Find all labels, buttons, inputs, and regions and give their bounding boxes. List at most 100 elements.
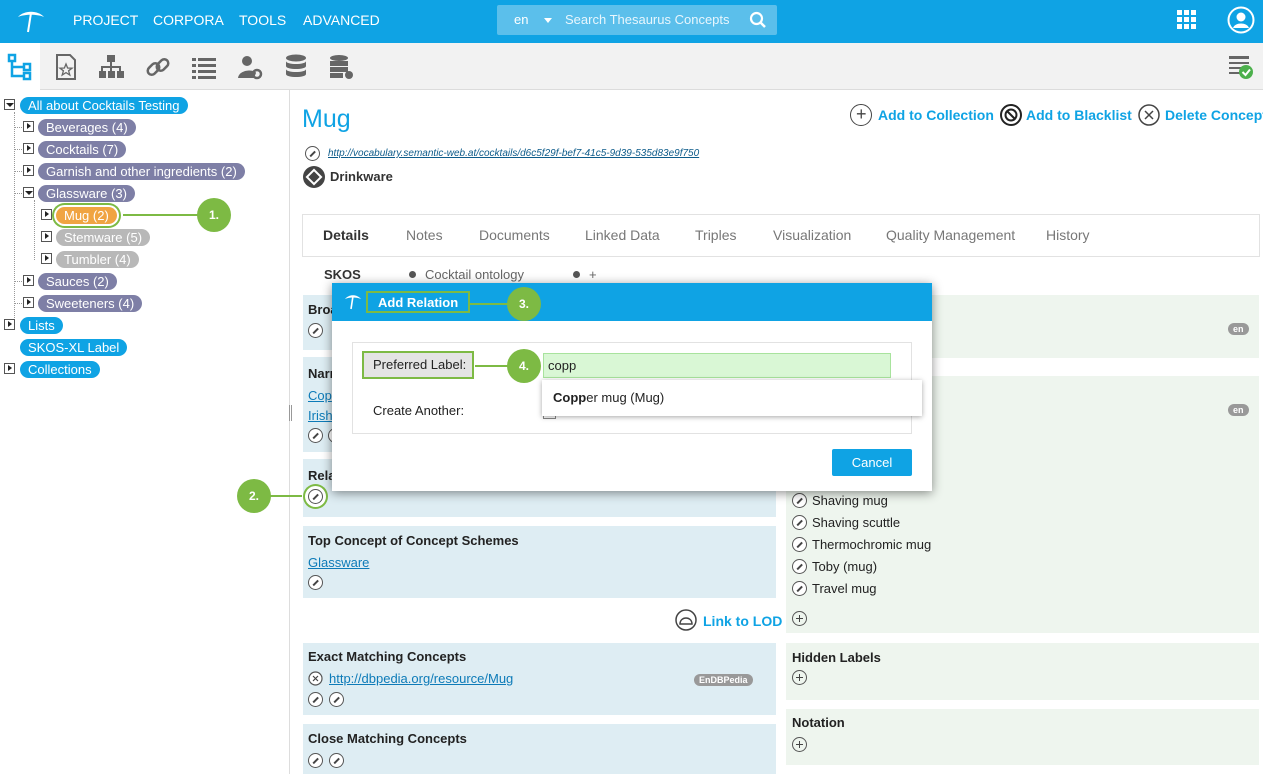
add-relation-icon[interactable] xyxy=(308,753,323,768)
hierarchy-icon[interactable] xyxy=(6,53,34,81)
menu-corpora[interactable]: CORPORA xyxy=(153,12,224,28)
tree-toggle-lists[interactable] xyxy=(4,319,15,330)
top-concept-title: Top Concept of Concept Schemes xyxy=(308,533,519,548)
alt-label-item: Toby (mug) xyxy=(812,559,878,574)
top-concept-link[interactable]: Glassware xyxy=(308,555,369,570)
add-relation-icon[interactable] xyxy=(308,323,323,338)
top-navigation-bar: PROJECT CORPORA TOOLS ADVANCED en Search… xyxy=(0,0,1263,43)
add-hidden-label-icon[interactable] xyxy=(792,670,807,685)
org-chart-icon[interactable] xyxy=(97,53,125,81)
user-avatar-icon[interactable] xyxy=(1227,6,1255,34)
tree-node-lists[interactable]: Lists xyxy=(20,317,63,334)
edit-icon[interactable] xyxy=(792,559,807,574)
tab-visualization[interactable]: Visualization xyxy=(773,227,851,243)
list-icon[interactable] xyxy=(190,53,218,81)
add-notation-icon[interactable] xyxy=(792,737,807,752)
exact-match-link[interactable]: http://dbpedia.org/resource/Mug xyxy=(329,671,513,686)
blacklist-icon xyxy=(1000,104,1022,126)
tree-node-beverages[interactable]: Beverages (4) xyxy=(38,119,136,136)
tree-toggle[interactable] xyxy=(23,143,34,154)
edit-icon[interactable] xyxy=(792,581,807,596)
tree-node-sweeteners[interactable]: Sweeteners (4) xyxy=(38,295,143,312)
tab-details[interactable]: Details xyxy=(323,227,369,243)
narrower-link[interactable]: Cop xyxy=(308,388,332,403)
link-to-lod-button[interactable]: Link to LOD xyxy=(703,613,782,629)
tree-toggle[interactable] xyxy=(23,121,34,132)
link-icon[interactable] xyxy=(144,53,172,81)
concept-uri-link[interactable]: http://vocabulary.semantic-web.at/cockta… xyxy=(328,148,699,159)
quality-check-icon[interactable] xyxy=(1227,53,1255,81)
callout-line xyxy=(123,214,201,216)
user-settings-icon[interactable] xyxy=(236,53,264,81)
tree-toggle[interactable] xyxy=(41,231,52,242)
search-input[interactable]: Search Thesaurus Concepts xyxy=(565,12,730,27)
tree-node-cocktails[interactable]: Cocktails (7) xyxy=(38,141,127,158)
tab-quality-management[interactable]: Quality Management xyxy=(886,227,1015,243)
search-icon[interactable] xyxy=(749,11,767,29)
add-relation-icon[interactable] xyxy=(308,692,323,707)
alt-label-item: Shaving mug xyxy=(812,493,888,508)
tree-toggle[interactable] xyxy=(41,209,52,220)
tab-documents[interactable]: Documents xyxy=(479,227,550,243)
menu-project[interactable]: PROJECT xyxy=(73,12,138,28)
tree-toggle[interactable] xyxy=(23,275,34,286)
database-icon[interactable] xyxy=(282,53,310,81)
delete-icon xyxy=(1138,104,1160,126)
tree-toggle[interactable] xyxy=(41,253,52,264)
add-relation-icon[interactable] xyxy=(308,428,323,443)
tree-toggle[interactable] xyxy=(23,297,34,308)
subtab-add[interactable]: + xyxy=(589,267,597,282)
tree-toggle[interactable] xyxy=(23,187,34,198)
add-related-icon[interactable] xyxy=(308,489,323,504)
tab-history[interactable]: History xyxy=(1046,227,1090,243)
tree-node-mug-selected[interactable]: Mug (2) xyxy=(56,207,117,224)
search-language-select[interactable]: en xyxy=(514,12,528,27)
edit-icon[interactable] xyxy=(305,146,320,161)
tree-root-node[interactable]: All about Cocktails Testing xyxy=(20,97,188,114)
preferred-label-input[interactable]: copp xyxy=(543,353,891,378)
edit-icon[interactable] xyxy=(792,537,807,552)
lod-icon[interactable] xyxy=(675,609,697,631)
create-another-label: Create Another: xyxy=(373,403,465,418)
cancel-button[interactable]: Cancel xyxy=(832,449,912,476)
autocomplete-suggestion[interactable]: Copper mug (Mug) xyxy=(542,380,922,416)
tab-linked-data[interactable]: Linked Data xyxy=(585,227,660,243)
callout-line xyxy=(475,365,511,367)
app-logo-icon xyxy=(345,295,361,310)
tab-triples[interactable]: Triples xyxy=(695,227,737,243)
narrower-link[interactable]: Irish xyxy=(308,408,333,423)
callout-3: 3. xyxy=(507,287,541,321)
tree-node-glassware[interactable]: Glassware (3) xyxy=(38,185,135,202)
subtab-cocktail-ontology[interactable]: Cocktail ontology xyxy=(425,267,524,282)
chevron-down-icon[interactable] xyxy=(544,18,552,23)
edit-icon[interactable] xyxy=(792,515,807,530)
tree-node-sauces[interactable]: Sauces (2) xyxy=(38,273,117,290)
tree-node-stemware[interactable]: Stemware (5) xyxy=(56,229,151,246)
alt-label-item: Shaving scuttle xyxy=(812,515,901,530)
server-settings-icon[interactable] xyxy=(327,53,355,81)
callout-line xyxy=(270,495,302,497)
remove-icon[interactable] xyxy=(308,671,323,686)
tree-node-garnish[interactable]: Garnish and other ingredients (2) xyxy=(38,163,245,180)
menu-advanced[interactable]: ADVANCED xyxy=(303,12,380,28)
subtab-skos[interactable]: SKOS xyxy=(324,267,361,282)
concept-schemes-icon[interactable] xyxy=(52,53,80,81)
sidebar-splitter-handle[interactable] xyxy=(289,405,292,421)
tree-node-tumbler[interactable]: Tumbler (4) xyxy=(56,251,139,268)
delete-concept-label: Delete Concept xyxy=(1165,107,1263,123)
tree-toggle[interactable] xyxy=(23,165,34,176)
menu-tools[interactable]: TOOLS xyxy=(239,12,286,28)
app-logo-icon[interactable] xyxy=(16,8,46,34)
search-box[interactable]: en Search Thesaurus Concepts xyxy=(497,5,777,35)
edit-icon[interactable] xyxy=(792,493,807,508)
tab-notes[interactable]: Notes xyxy=(406,227,443,243)
tree-node-skosxl[interactable]: SKOS-XL Label xyxy=(20,339,128,356)
add-relation-icon[interactable] xyxy=(308,575,323,590)
add-label-icon[interactable] xyxy=(792,611,807,626)
lod-search-icon[interactable] xyxy=(329,692,344,707)
tree-node-collections[interactable]: Collections xyxy=(20,361,100,378)
tree-toggle-collections[interactable] xyxy=(4,363,15,374)
tree-toggle-root[interactable] xyxy=(4,99,15,110)
lod-search-icon[interactable] xyxy=(329,753,344,768)
apps-grid-icon[interactable] xyxy=(1177,10,1197,30)
